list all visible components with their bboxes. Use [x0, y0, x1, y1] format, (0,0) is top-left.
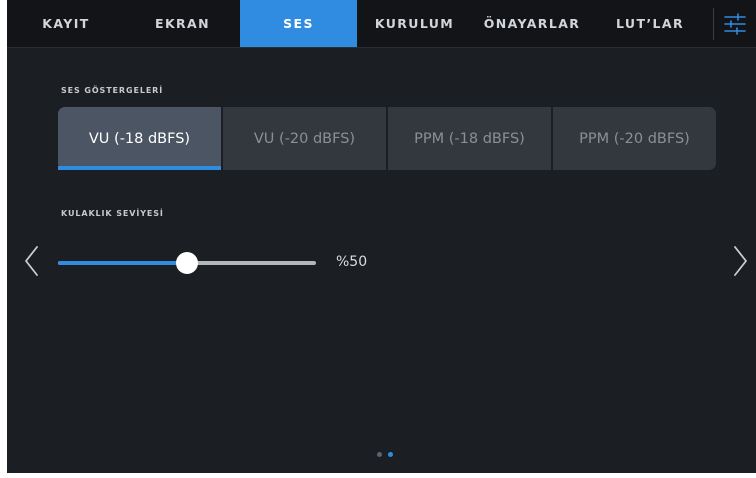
- option-label: VU (-18 dBFS): [88, 130, 191, 147]
- option-label: VU (-20 dBFS): [253, 130, 356, 147]
- tab-label: SES: [283, 16, 314, 31]
- tab-kayit[interactable]: KAYIT: [7, 0, 125, 47]
- headphone-level-slider[interactable]: [58, 252, 316, 274]
- tab-ses[interactable]: SES: [240, 0, 357, 47]
- slider-fill: [58, 261, 187, 265]
- option-label: PPM (-20 dBFS): [579, 130, 690, 147]
- page-dot-active: [388, 452, 393, 457]
- meter-option-ppm-18[interactable]: PPM (-18 dBFS): [388, 107, 551, 170]
- meter-option-vu-18[interactable]: VU (-18 dBFS): [58, 107, 221, 170]
- tab-bar: KAYIT EKRAN SES KURULUM ÖNAYARLAR LUT’LA…: [7, 0, 756, 48]
- tab-divider: [713, 8, 714, 40]
- previous-page-button[interactable]: [22, 244, 42, 278]
- slider-thumb[interactable]: [176, 252, 198, 274]
- selected-indicator: [58, 166, 221, 170]
- tab-label: ÖNAYARLAR: [483, 16, 581, 31]
- meter-option-ppm-20[interactable]: PPM (-20 dBFS): [553, 107, 716, 170]
- tab-label: KAYIT: [42, 16, 90, 31]
- audio-meters-label: SES GÖSTERGELERİ: [61, 86, 164, 95]
- page-dot: [377, 452, 382, 457]
- headphone-level-label: KULAKLIK SEVİYESİ: [61, 209, 164, 218]
- audio-meter-selector: VU (-18 dBFS) VU (-20 dBFS) PPM (-18 dBF…: [58, 107, 716, 170]
- tab-label: LUT’LAR: [615, 16, 684, 31]
- chevron-right-icon: [734, 246, 747, 276]
- tab-lutlar[interactable]: LUT’LAR: [592, 0, 708, 47]
- tab-label: EKRAN: [155, 16, 210, 31]
- sliders-settings-icon: [724, 13, 746, 35]
- meter-option-vu-20[interactable]: VU (-20 dBFS): [223, 107, 386, 170]
- next-page-button[interactable]: [730, 244, 750, 278]
- tab-onayarlar[interactable]: ÖNAYARLAR: [472, 0, 592, 47]
- tab-ekran[interactable]: EKRAN: [125, 0, 240, 47]
- option-label: PPM (-18 dBFS): [414, 130, 525, 147]
- tab-label: KURULUM: [374, 16, 455, 31]
- headphone-level-value: %50: [336, 254, 368, 270]
- chevron-left-icon: [25, 246, 38, 276]
- tab-kurulum[interactable]: KURULUM: [357, 0, 472, 47]
- settings-button[interactable]: [719, 8, 751, 40]
- audio-settings-screen: KAYIT EKRAN SES KURULUM ÖNAYARLAR LUT’LA…: [7, 0, 756, 473]
